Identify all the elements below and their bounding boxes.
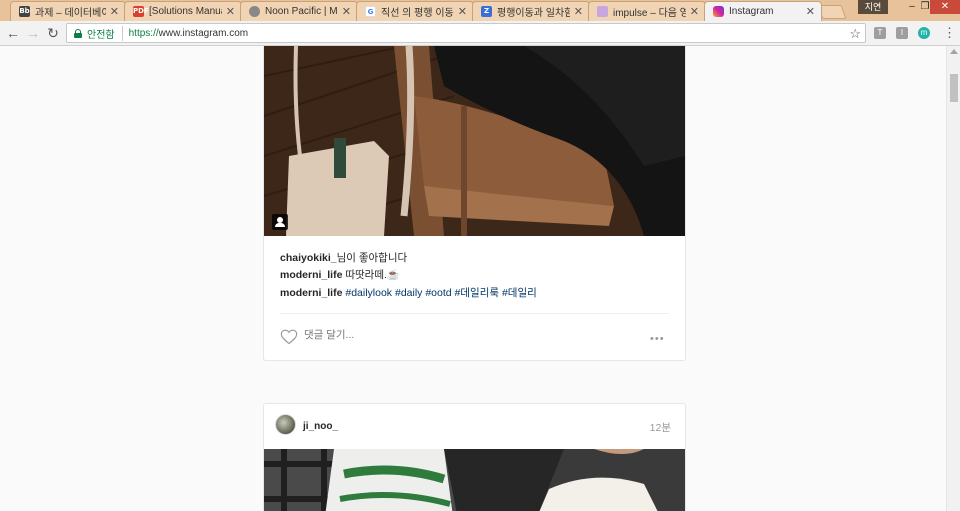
pdf-favicon-icon: PDF <box>133 6 149 17</box>
url-text: https://www.instagram.com <box>128 27 249 39</box>
post-timestamp[interactable]: 12분 <box>650 420 671 435</box>
hashtag-link[interactable]: #dailylook <box>345 287 392 299</box>
avatar[interactable] <box>275 414 296 435</box>
tab-solutions[interactable]: PDF [Solutions Manual] ✕ <box>124 1 242 21</box>
restore-icon[interactable]: ❐ <box>920 0 930 14</box>
caption-username[interactable]: moderni_life <box>280 287 342 299</box>
tab-title: [Solutions Manual] <box>149 6 222 17</box>
google-favicon-icon: G <box>365 6 376 17</box>
hashtag-link[interactable]: #데일리 <box>502 287 537 299</box>
page-scrollbar[interactable] <box>946 46 960 511</box>
liker-username[interactable]: chaiyokiki_ <box>280 252 337 264</box>
caption-line: moderni_life #dailylook #daily #ootd #데일… <box>280 285 537 300</box>
tab-title: 과제 – 데이터베이스 <box>35 8 106 19</box>
profile-button[interactable]: 지연 <box>858 0 888 14</box>
close-tab-icon[interactable]: ✕ <box>806 5 815 18</box>
likes-line: chaiyokiki_님이 좋아합니다 <box>280 252 408 264</box>
instagram-favicon-icon <box>713 6 724 17</box>
close-tab-icon[interactable]: ✕ <box>342 5 351 18</box>
hashtag-link[interactable]: #daily <box>395 287 422 299</box>
tab-title: 평행이동과 일차함 <box>497 8 570 19</box>
tab-zum[interactable]: Z 평행이동과 일차함 ✕ <box>472 1 590 21</box>
hashtag-link[interactable]: #데일리룩 <box>455 287 499 299</box>
more-options-icon[interactable]: ••• <box>650 333 665 345</box>
lock-icon <box>74 28 82 38</box>
tab-title: Noon Pacific | Mu <box>265 6 338 17</box>
tab-strip: Bb 과제 – 데이터베이스 ✕ PDF [Solutions Manual] … <box>0 0 960 21</box>
close-tab-icon[interactable]: ✕ <box>110 5 119 18</box>
blackboard-favicon-icon: Bb <box>19 6 30 17</box>
browser-menu-icon[interactable]: ⋮ <box>943 25 956 41</box>
close-tab-icon[interactable]: ✕ <box>458 5 467 18</box>
hashtag-link[interactable]: #ootd <box>425 287 451 299</box>
feed-post: chaiyokiki_님이 좋아합니다 moderni_life 따땃라떼.☕ … <box>263 46 686 361</box>
z-favicon-icon: Z <box>481 6 492 17</box>
post-username[interactable]: ji_noo_ <box>303 421 338 432</box>
address-bar[interactable]: 안전함 https://www.instagram.com ☆ <box>66 23 866 43</box>
caption-line: moderni_life 따땃라떼.☕ <box>280 267 400 282</box>
feed-post: ji_noo_ 12분 <box>263 403 686 511</box>
caption-text: 따땃라떼.☕ <box>345 269 400 281</box>
tab-noon-pacific[interactable]: Noon Pacific | Mu ✕ <box>240 1 358 21</box>
close-tab-icon[interactable]: ✕ <box>690 5 699 18</box>
back-arrow-icon[interactable]: ← <box>5 25 21 41</box>
close-tab-icon[interactable]: ✕ <box>574 5 583 18</box>
extension-m-icon[interactable]: m <box>918 27 930 39</box>
caption-username[interactable]: moderni_life <box>280 269 342 281</box>
wave-favicon-icon <box>249 6 260 17</box>
post-photo[interactable] <box>264 449 685 511</box>
close-window-icon[interactable]: ✕ <box>930 0 960 14</box>
tab-google[interactable]: G 직선 의 평행 이동 ✕ <box>356 1 474 21</box>
tab-title: impulse – 다음 영 <box>613 8 686 19</box>
close-tab-icon[interactable]: ✕ <box>226 5 235 18</box>
extension-i-icon[interactable]: I <box>896 27 908 39</box>
comment-input[interactable] <box>304 329 604 341</box>
tab-instagram[interactable]: Instagram ✕ <box>704 1 822 21</box>
tab-daum-dict[interactable]: impulse – 다음 영 ✕ <box>588 1 706 21</box>
heart-icon[interactable] <box>280 329 298 345</box>
tab-blackboard[interactable]: Bb 과제 – 데이터베이스 ✕ <box>10 1 126 21</box>
scroll-up-arrow-icon[interactable] <box>950 49 958 54</box>
forward-arrow-icon[interactable]: → <box>25 25 41 41</box>
reload-icon[interactable]: ↻ <box>45 25 61 41</box>
bookmark-star-icon[interactable]: ☆ <box>849 26 861 42</box>
divider <box>280 313 669 314</box>
post-photo[interactable] <box>264 46 685 236</box>
tab-title: Instagram <box>729 6 774 17</box>
extension-t-icon[interactable]: T <box>874 27 886 39</box>
dictionary-favicon-icon <box>597 6 608 17</box>
tab-title: 직선 의 평행 이동 <box>381 8 454 19</box>
scroll-thumb[interactable] <box>950 74 958 102</box>
secure-label: 안전함 <box>87 25 123 41</box>
tagged-user-icon[interactable] <box>272 214 288 230</box>
browser-toolbar: ← → ↻ 안전함 https://www.instagram.com ☆ T … <box>0 21 960 46</box>
